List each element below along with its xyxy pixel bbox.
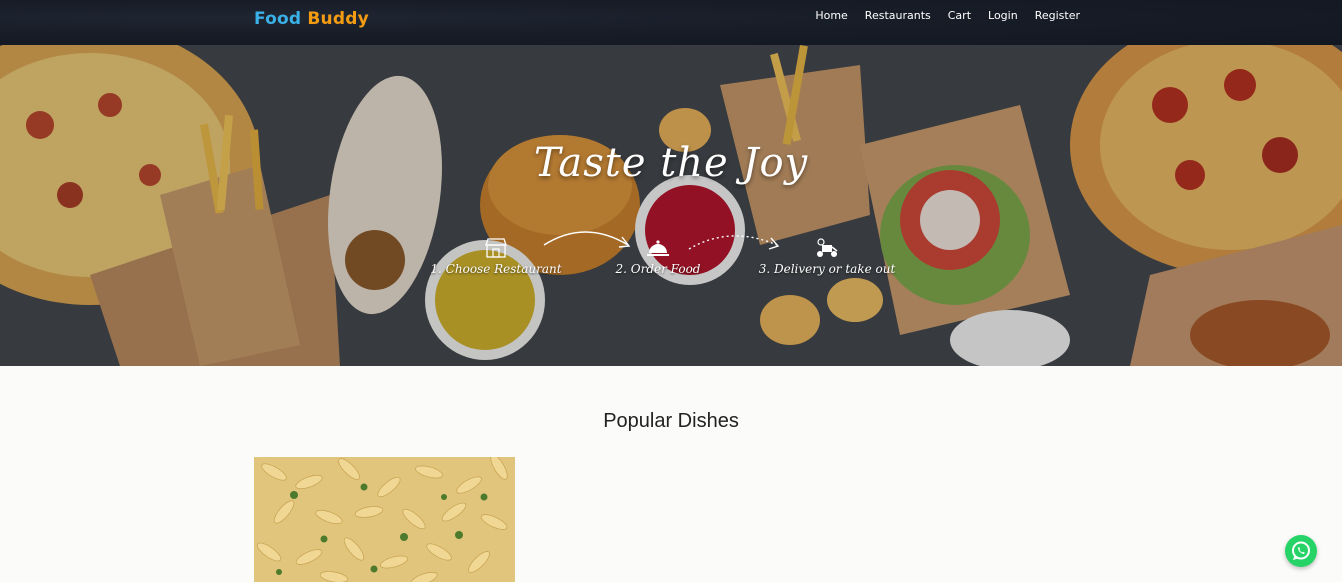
nav-login[interactable]: Login	[988, 9, 1018, 22]
whatsapp-button[interactable]	[1285, 535, 1317, 567]
section-title-popular: Popular Dishes	[603, 410, 739, 432]
hero-banner: Taste the Joy 1. Choose Restaurant 2. Or…	[0, 45, 1342, 366]
hero-overlay	[0, 45, 1342, 366]
delivery-scooter-icon	[817, 238, 838, 257]
whatsapp-icon	[1292, 541, 1310, 560]
nav-menu: Home Restaurants Cart Login Register	[798, 9, 1080, 22]
step-choose-restaurant: 1. Choose Restaurant	[430, 237, 562, 276]
step-label: 1. Choose Restaurant	[430, 262, 562, 276]
cloche-icon	[647, 240, 669, 256]
hero-title: Taste the Joy	[533, 140, 809, 186]
nav-home[interactable]: Home	[815, 9, 847, 22]
brand-logo[interactable]: Food Buddy	[254, 9, 369, 29]
step-order-food: 2. Order Food	[608, 237, 708, 276]
nav-register[interactable]: Register	[1035, 9, 1080, 22]
nav-restaurants[interactable]: Restaurants	[865, 9, 931, 22]
brand-part-buddy: Buddy	[307, 9, 369, 29]
brand-part-food: Food	[254, 9, 302, 29]
step-delivery: 3. Delivery or take out	[752, 237, 902, 276]
step-label: 3. Delivery or take out	[758, 262, 896, 276]
step-label: 2. Order Food	[615, 262, 701, 276]
store-icon	[485, 238, 507, 258]
dish-image	[254, 457, 515, 582]
navbar: Food Buddy Home Restaurants Cart Login R…	[0, 0, 1342, 45]
dish-card[interactable]	[254, 457, 515, 582]
nav-cart[interactable]: Cart	[948, 9, 971, 22]
